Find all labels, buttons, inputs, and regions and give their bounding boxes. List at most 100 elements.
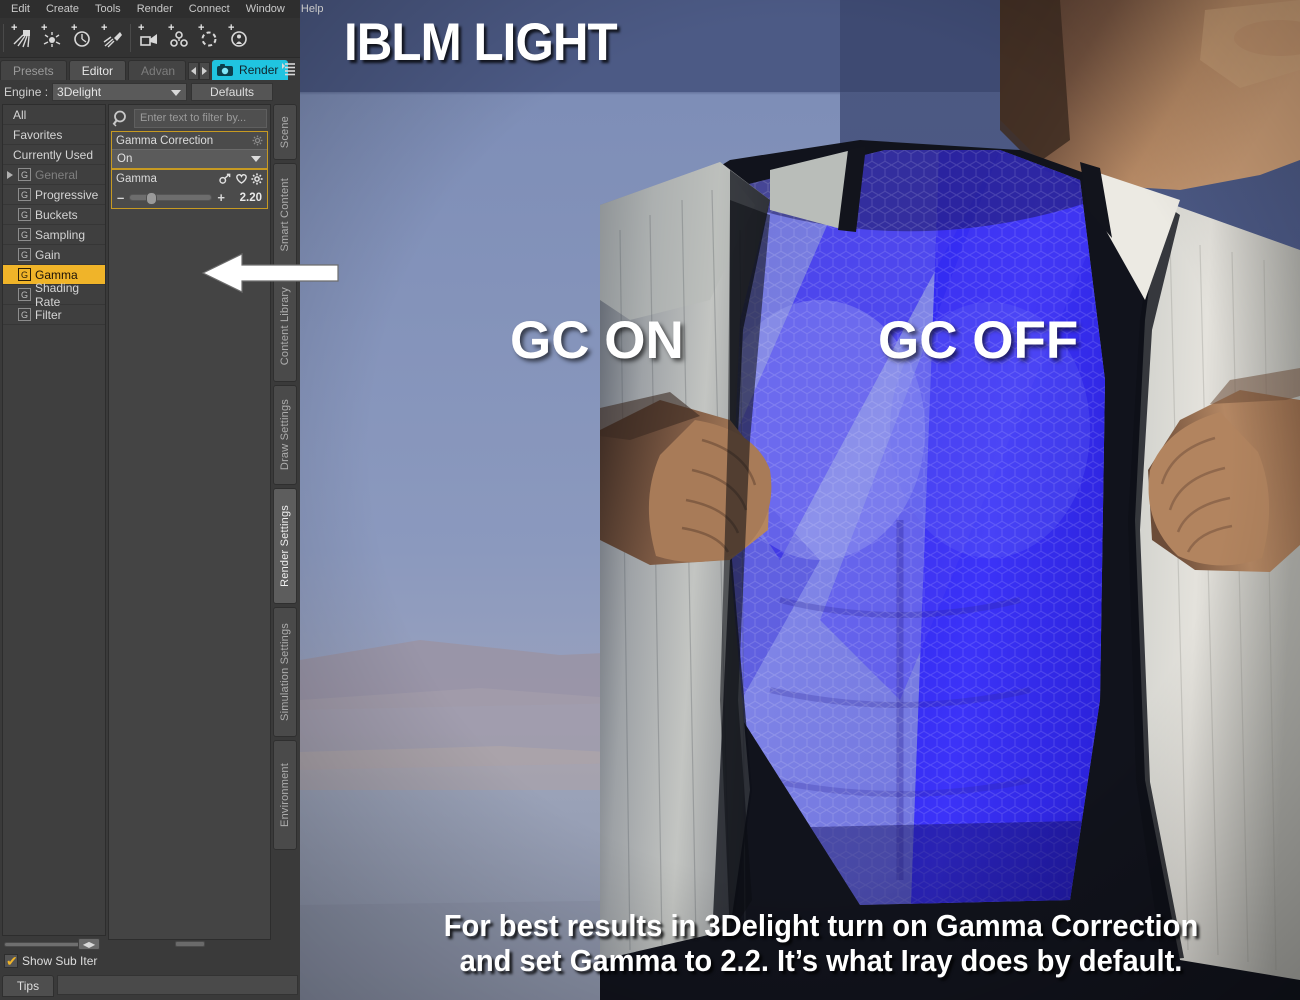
gamma-value[interactable]: 2.20	[230, 192, 262, 204]
group-icon: G	[18, 308, 31, 321]
sidebar-item-label: General	[35, 167, 78, 182]
link-icon[interactable]	[219, 173, 232, 184]
caption-text: For best results in 3Delight turn on Gam…	[375, 908, 1268, 978]
gamma-correction-value: On	[117, 153, 133, 165]
engine-select[interactable]: 3Delight	[52, 83, 188, 101]
tips-message-field	[57, 975, 298, 995]
sidebar-item-gain[interactable]: G Gain	[3, 245, 105, 265]
sidebar-item-label: Sampling	[35, 227, 86, 242]
tab-label: Environment	[279, 763, 291, 827]
gamma-correction-icons	[252, 135, 263, 146]
figure-add-icon[interactable]: +	[224, 22, 254, 54]
plus-badge: +	[168, 21, 175, 34]
tab-scroll-left-icon[interactable]	[188, 62, 200, 80]
primitive-sphere-add-icon[interactable]: +	[164, 22, 194, 54]
group-icon: G	[18, 208, 31, 221]
toolbar: + + + + + + + +	[0, 18, 300, 58]
menu-item-render[interactable]: Render	[129, 0, 181, 18]
expand-arrow-icon[interactable]	[7, 170, 13, 179]
tab-scroll-right-icon[interactable]	[199, 62, 211, 80]
gamma-correction-property: Gamma Correction On	[111, 131, 268, 169]
menu-item-window[interactable]: Window	[238, 0, 293, 18]
tab-render-settings[interactable]: Render Settings	[273, 488, 297, 604]
tab-label: Simulation Settings	[279, 623, 291, 721]
sidebar-item-sampling[interactable]: G Sampling	[3, 225, 105, 245]
menu-item-tools[interactable]: Tools	[87, 0, 129, 18]
menu-item-help[interactable]: Help	[293, 0, 332, 18]
engine-label: Engine :	[4, 85, 49, 99]
left-pointing-arrow-annotation	[200, 252, 340, 294]
gamma-slider-knob[interactable]	[146, 192, 158, 205]
tab-label: Draw Settings	[279, 399, 291, 471]
sidebar-item-currently-used[interactable]: Currently Used	[3, 145, 105, 165]
distant-light-add-icon[interactable]: +	[7, 22, 37, 54]
menu-bar: Edit Create Tools Render Connect Window …	[0, 0, 324, 18]
camera-add-icon[interactable]: +	[134, 22, 164, 54]
settings-group-list[interactable]: All Favorites Currently Used G General G…	[2, 104, 106, 936]
menu-item-edit[interactable]: Edit	[3, 0, 38, 18]
render-preview-image	[300, 0, 1300, 1000]
gamma-correction-label: Gamma Correction	[116, 134, 214, 147]
show-sub-iter-label: Show Sub Iter	[22, 954, 98, 968]
caption-line-1: For best results in 3Delight turn on Gam…	[443, 908, 1199, 943]
tab-draw-settings[interactable]: Draw Settings	[273, 385, 297, 485]
gc-off-label: GC OFF	[878, 311, 1079, 370]
gamma-header: Gamma	[112, 170, 267, 187]
gamma-slider-track[interactable]	[129, 192, 213, 205]
sidebar-item-buckets[interactable]: G Buckets	[3, 205, 105, 225]
group-icon: G	[18, 168, 31, 181]
menu-item-connect[interactable]: Connect	[181, 0, 238, 18]
tab-environment[interactable]: Environment	[273, 740, 297, 850]
sidebar-item-shading-rate[interactable]: G Shading Rate	[3, 281, 105, 309]
slider-knob[interactable]: ◀▶	[78, 938, 100, 950]
tab-simulation-settings[interactable]: Simulation Settings	[273, 607, 297, 737]
gear-icon[interactable]	[252, 135, 263, 146]
tab-label: Content Library	[279, 286, 291, 366]
tab-presets[interactable]: Presets	[0, 60, 67, 80]
filter-input[interactable]: Enter text to filter by...	[134, 108, 267, 128]
decrement-button[interactable]: –	[117, 191, 124, 204]
gamma-property: Gamma – + 2.20	[111, 169, 268, 209]
magnifier-icon[interactable]	[112, 109, 131, 128]
tab-label: Smart Content	[279, 178, 291, 252]
heart-icon[interactable]	[235, 173, 248, 184]
defaults-button[interactable]: Defaults	[191, 83, 274, 101]
tab-editor[interactable]: Editor	[68, 60, 127, 80]
sidebar-item-favorites[interactable]: Favorites	[3, 125, 105, 145]
sidebar-item-all[interactable]: All	[3, 105, 105, 125]
tab-tips[interactable]: Tips	[2, 975, 54, 997]
horizontal-scroll-nub[interactable]	[175, 941, 205, 947]
toolbar-divider	[3, 23, 4, 52]
gear-icon[interactable]	[251, 172, 263, 185]
vertical-tab-strip: Scene Smart Content Content Library Draw…	[271, 104, 299, 984]
sidebar-item-label: Shading Rate	[35, 280, 80, 309]
tips-bar: Tips	[2, 975, 298, 998]
sidebar-item-label: Buckets	[35, 207, 78, 222]
sidebar-item-general[interactable]: G General	[3, 165, 105, 185]
gamma-correction-header: Gamma Correction	[112, 132, 267, 149]
plus-badge: +	[11, 21, 18, 34]
menu-item-create[interactable]: Create	[38, 0, 87, 18]
pane-options-icon[interactable]	[280, 58, 298, 80]
spotlight-add-icon[interactable]: +	[97, 22, 127, 54]
gamma-correction-select[interactable]: On	[112, 149, 267, 168]
tab-advanced[interactable]: Advan	[128, 60, 187, 80]
spot-light-meter-add-icon[interactable]: +	[67, 22, 97, 54]
gamma-icons	[219, 172, 263, 185]
render-button[interactable]: Render	[212, 60, 289, 80]
plus-badge: +	[101, 21, 108, 34]
increment-button[interactable]: +	[217, 191, 225, 204]
plus-badge: +	[198, 21, 205, 34]
plus-badge: +	[138, 21, 145, 34]
point-light-add-icon[interactable]: +	[37, 22, 67, 54]
null-node-add-icon[interactable]: +	[194, 22, 224, 54]
pane-tab-row: Presets Editor Advan Render	[0, 58, 300, 80]
sidebar-item-progressive[interactable]: G Progressive	[3, 185, 105, 205]
show-sub-iter-checkbox[interactable]: Show Sub Iter	[4, 952, 104, 970]
plus-badge: +	[71, 21, 78, 34]
filter-row: Enter text to filter by...	[109, 105, 270, 131]
checkbox-box[interactable]	[4, 953, 18, 969]
sub-iter-slider[interactable]: ◀▶	[4, 938, 100, 950]
group-icon: G	[18, 268, 31, 281]
tab-scene[interactable]: Scene	[273, 104, 297, 160]
